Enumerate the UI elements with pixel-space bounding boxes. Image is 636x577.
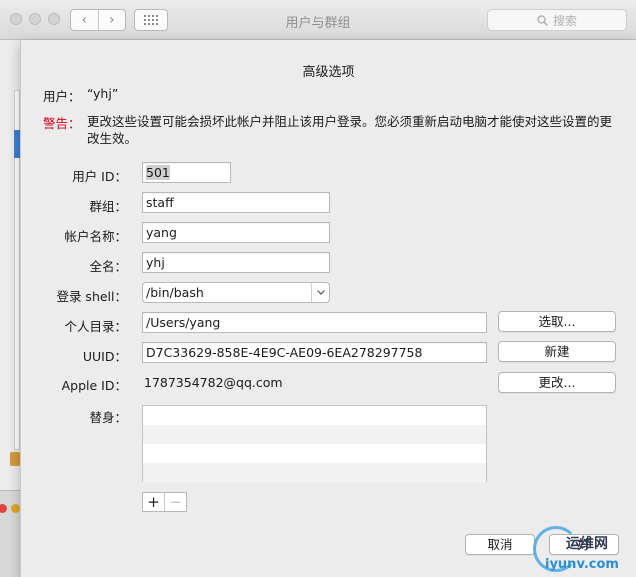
chevron-down-icon bbox=[311, 283, 329, 302]
group-field[interactable]: staff bbox=[142, 192, 330, 213]
watermark-top-text: 运维网 bbox=[566, 536, 608, 552]
change-apple-id-button[interactable]: 更改... bbox=[498, 372, 616, 393]
user-value: “yhj” bbox=[87, 86, 119, 101]
list-item bbox=[143, 425, 486, 444]
login-shell-label: 登录 shell： bbox=[56, 289, 127, 304]
search-icon bbox=[537, 14, 548, 26]
uuid-label: UUID： bbox=[82, 349, 127, 364]
group-label: 群组： bbox=[89, 199, 127, 214]
new-uuid-button[interactable]: 新建 bbox=[498, 341, 616, 362]
advanced-options-sheet: 高级选项 用户： “yhj” 警告： 更改这些设置可能会损坏此帐户并阻止该用户登… bbox=[20, 40, 636, 577]
warning-text: 更改这些设置可能会损坏此帐户并阻止该用户登录。您必须重新启动电脑才能使对这些设置… bbox=[87, 114, 613, 146]
aliases-list[interactable] bbox=[142, 405, 487, 482]
home-dir-field[interactable]: /Users/yang bbox=[142, 312, 487, 333]
user-id-field[interactable]: 501 bbox=[142, 162, 231, 183]
cancel-button[interactable]: 取消 bbox=[465, 534, 535, 555]
home-dir-label: 个人目录： bbox=[64, 319, 127, 334]
list-item bbox=[143, 444, 486, 463]
background-window bbox=[0, 490, 20, 577]
account-name-field[interactable]: yang bbox=[142, 222, 330, 243]
add-alias-button[interactable]: + bbox=[143, 493, 164, 511]
search-field[interactable]: 搜索 bbox=[487, 9, 627, 31]
apple-id-value: 1787354782@qq.com bbox=[144, 375, 283, 390]
minimize-dot-icon bbox=[11, 504, 20, 513]
uuid-field[interactable]: D7C33629-858E-4E9C-AE09-6EA278297758 bbox=[142, 342, 487, 363]
user-id-label: 用户 ID： bbox=[72, 169, 127, 184]
list-item bbox=[143, 406, 486, 425]
warning-label: 警告： bbox=[43, 116, 81, 131]
window-titlebar: ‹ › 用户与群组 搜索 bbox=[0, 0, 636, 40]
full-name-field[interactable]: yhj bbox=[142, 252, 330, 273]
choose-home-dir-button[interactable]: 选取... bbox=[498, 311, 616, 332]
remove-alias-button[interactable]: − bbox=[164, 493, 186, 511]
apple-id-label: Apple ID： bbox=[61, 378, 127, 393]
close-dot-icon bbox=[0, 504, 7, 513]
account-name-label: 帐户名称： bbox=[64, 229, 127, 244]
user-label: 用户： bbox=[43, 89, 81, 104]
search-placeholder: 搜索 bbox=[552, 13, 577, 28]
alias-add-remove-control: + − bbox=[142, 492, 187, 512]
user-id-value: 501 bbox=[146, 165, 170, 180]
login-shell-select[interactable]: /bin/bash bbox=[142, 282, 330, 303]
lock-icon[interactable] bbox=[10, 452, 20, 466]
aliases-label: 替身： bbox=[89, 410, 127, 425]
watermark-bottom-text: iyunv.com bbox=[545, 557, 619, 572]
sheet-title: 高级选项 bbox=[302, 65, 355, 80]
full-name-label: 全名： bbox=[89, 259, 127, 274]
login-shell-value: /bin/bash bbox=[146, 285, 204, 300]
list-item bbox=[143, 463, 486, 482]
